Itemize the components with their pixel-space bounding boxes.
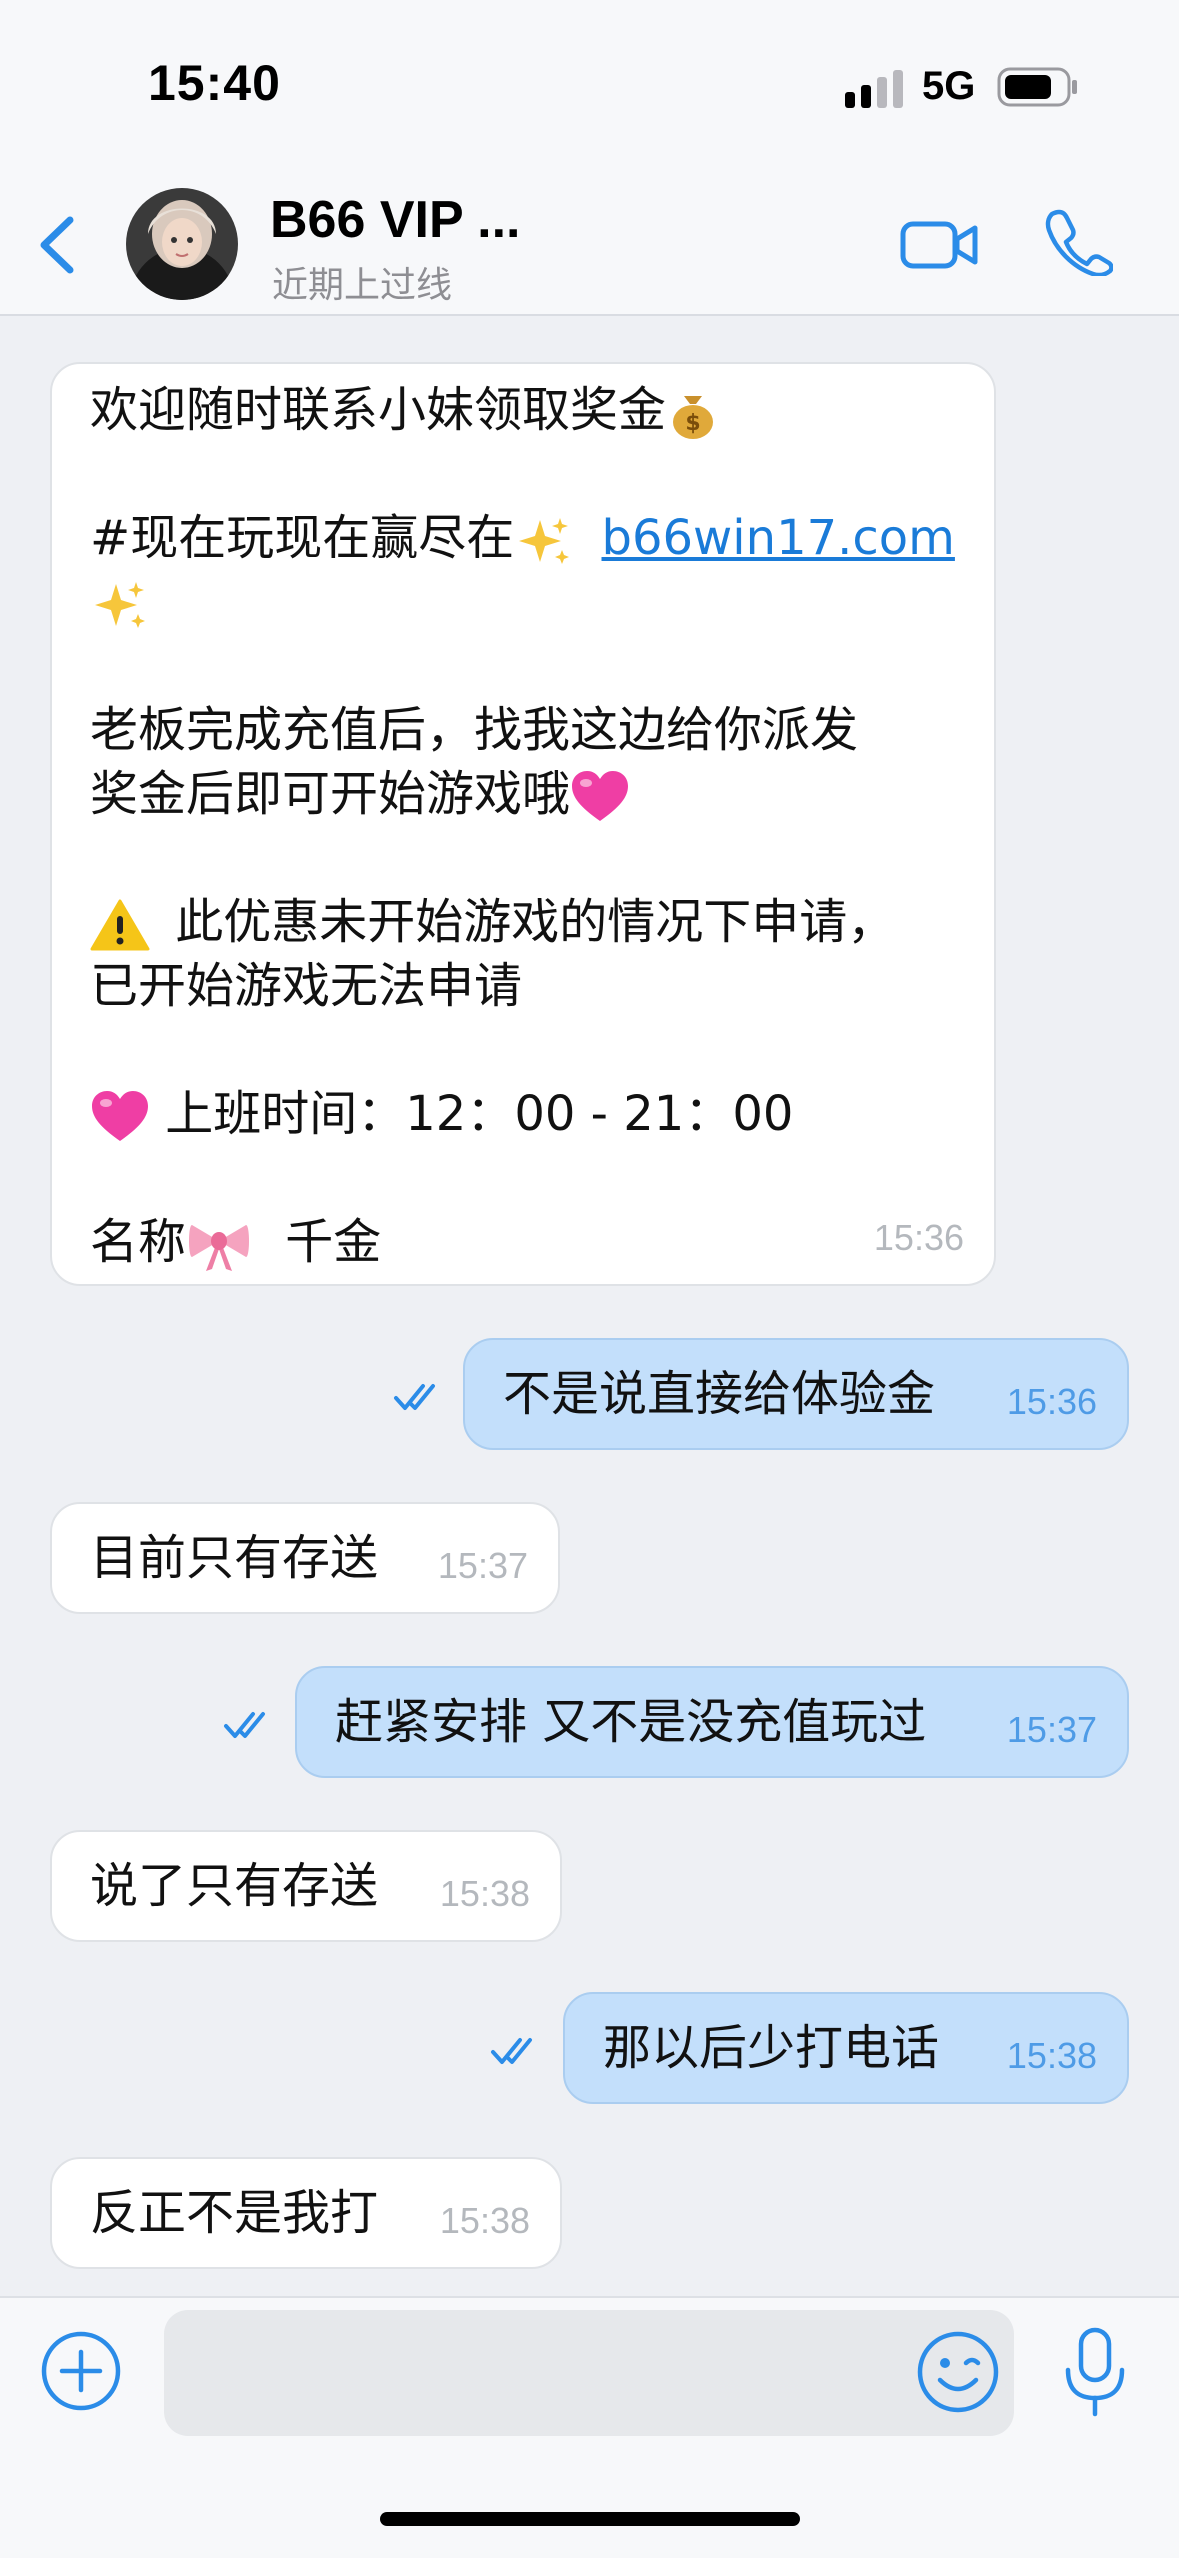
message-text: 上班时间：12：00 - 21：00 (165, 1086, 794, 1142)
svg-text:$: $ (685, 411, 700, 436)
message-time: 15:38 (439, 1873, 530, 1914)
pink-heart-icon (572, 771, 629, 821)
incoming-message: 反正不是我打 15:38 (50, 2157, 562, 2269)
double-check-icon (224, 1712, 265, 1738)
chat-header: B66 VIP ... 近期上过线 (0, 160, 1179, 316)
warning-icon (90, 899, 150, 951)
ribbon-bow-icon (189, 1225, 250, 1271)
message-text: 名称 (90, 1214, 187, 1270)
message-text: 欢迎随时联系小妹领取奖金 (90, 382, 667, 438)
message-time: 15:36 (1006, 1381, 1097, 1422)
last-seen-status: 近期上过线 (272, 265, 453, 306)
home-indicator[interactable] (380, 2512, 800, 2526)
pink-heart-icon (92, 1091, 148, 1141)
incoming-message: 目前只有存送 15:37 (50, 1502, 560, 1614)
message-text: #现在玩现在赢尽在 (90, 510, 515, 566)
message-text: 不是说直接给体验金 (503, 1366, 936, 1422)
sparkles-icon (95, 582, 145, 628)
signal-icon (845, 70, 903, 108)
message-time: 15:38 (439, 2200, 530, 2241)
money-bag-icon: $ (673, 396, 714, 439)
double-check-icon (394, 1384, 435, 1410)
message-text: 老板完成充值后，找我这边给你派发 (90, 702, 859, 758)
status-bar: 15:40 5G (0, 0, 1179, 160)
message-text: 赶紧安排 又不是没充值玩过 (335, 1694, 927, 1750)
message-text: 说了只有存送 (90, 1858, 379, 1914)
avatar[interactable] (126, 188, 238, 300)
phone-icon[interactable] (1045, 208, 1113, 276)
message-time: 15:37 (437, 1545, 528, 1586)
outgoing-message: 赶紧安排 又不是没充值玩过 15:37 (295, 1666, 1129, 1778)
message-text: 已开始游戏无法申请 (90, 958, 523, 1014)
message-text: 反正不是我打 (90, 2185, 379, 2241)
chevron-left-icon[interactable] (30, 210, 86, 280)
incoming-message: 欢迎随时联系小妹领取奖金 $ #现在玩现在赢尽在 b66win17.com 老板… (50, 362, 996, 1286)
message-text: 奖金后即可开始游戏哦 (90, 766, 571, 822)
plus-circle-icon[interactable] (40, 2330, 122, 2412)
message-time: 15:38 (1006, 2035, 1097, 2076)
double-check-icon (491, 2038, 532, 2064)
outgoing-message: 不是说直接给体验金 15:36 (463, 1338, 1129, 1450)
outgoing-message: 那以后少打电话 15:38 (563, 1992, 1129, 2104)
chat-title[interactable]: B66 VIP ... (270, 190, 521, 250)
network-type: 5G (922, 64, 976, 108)
promo-link[interactable]: b66win17.com (602, 510, 955, 566)
status-time: 15:40 (148, 55, 281, 111)
message-time: 15:36 (873, 1217, 964, 1258)
message-text: 此优惠未开始游戏的情况下申请， (175, 894, 896, 950)
message-text: 千金 (285, 1214, 382, 1270)
battery-icon (997, 67, 1077, 107)
smiley-icon[interactable] (916, 2330, 1000, 2414)
message-input[interactable] (164, 2310, 1014, 2436)
sparkles-icon (519, 518, 570, 564)
video-camera-icon[interactable] (900, 212, 980, 274)
microphone-icon[interactable] (1062, 2326, 1128, 2418)
message-text: 目前只有存送 (90, 1530, 379, 1586)
message-text: 那以后少打电话 (603, 2020, 940, 2076)
incoming-message: 说了只有存送 15:38 (50, 1830, 562, 1942)
message-time: 15:37 (1006, 1709, 1097, 1750)
